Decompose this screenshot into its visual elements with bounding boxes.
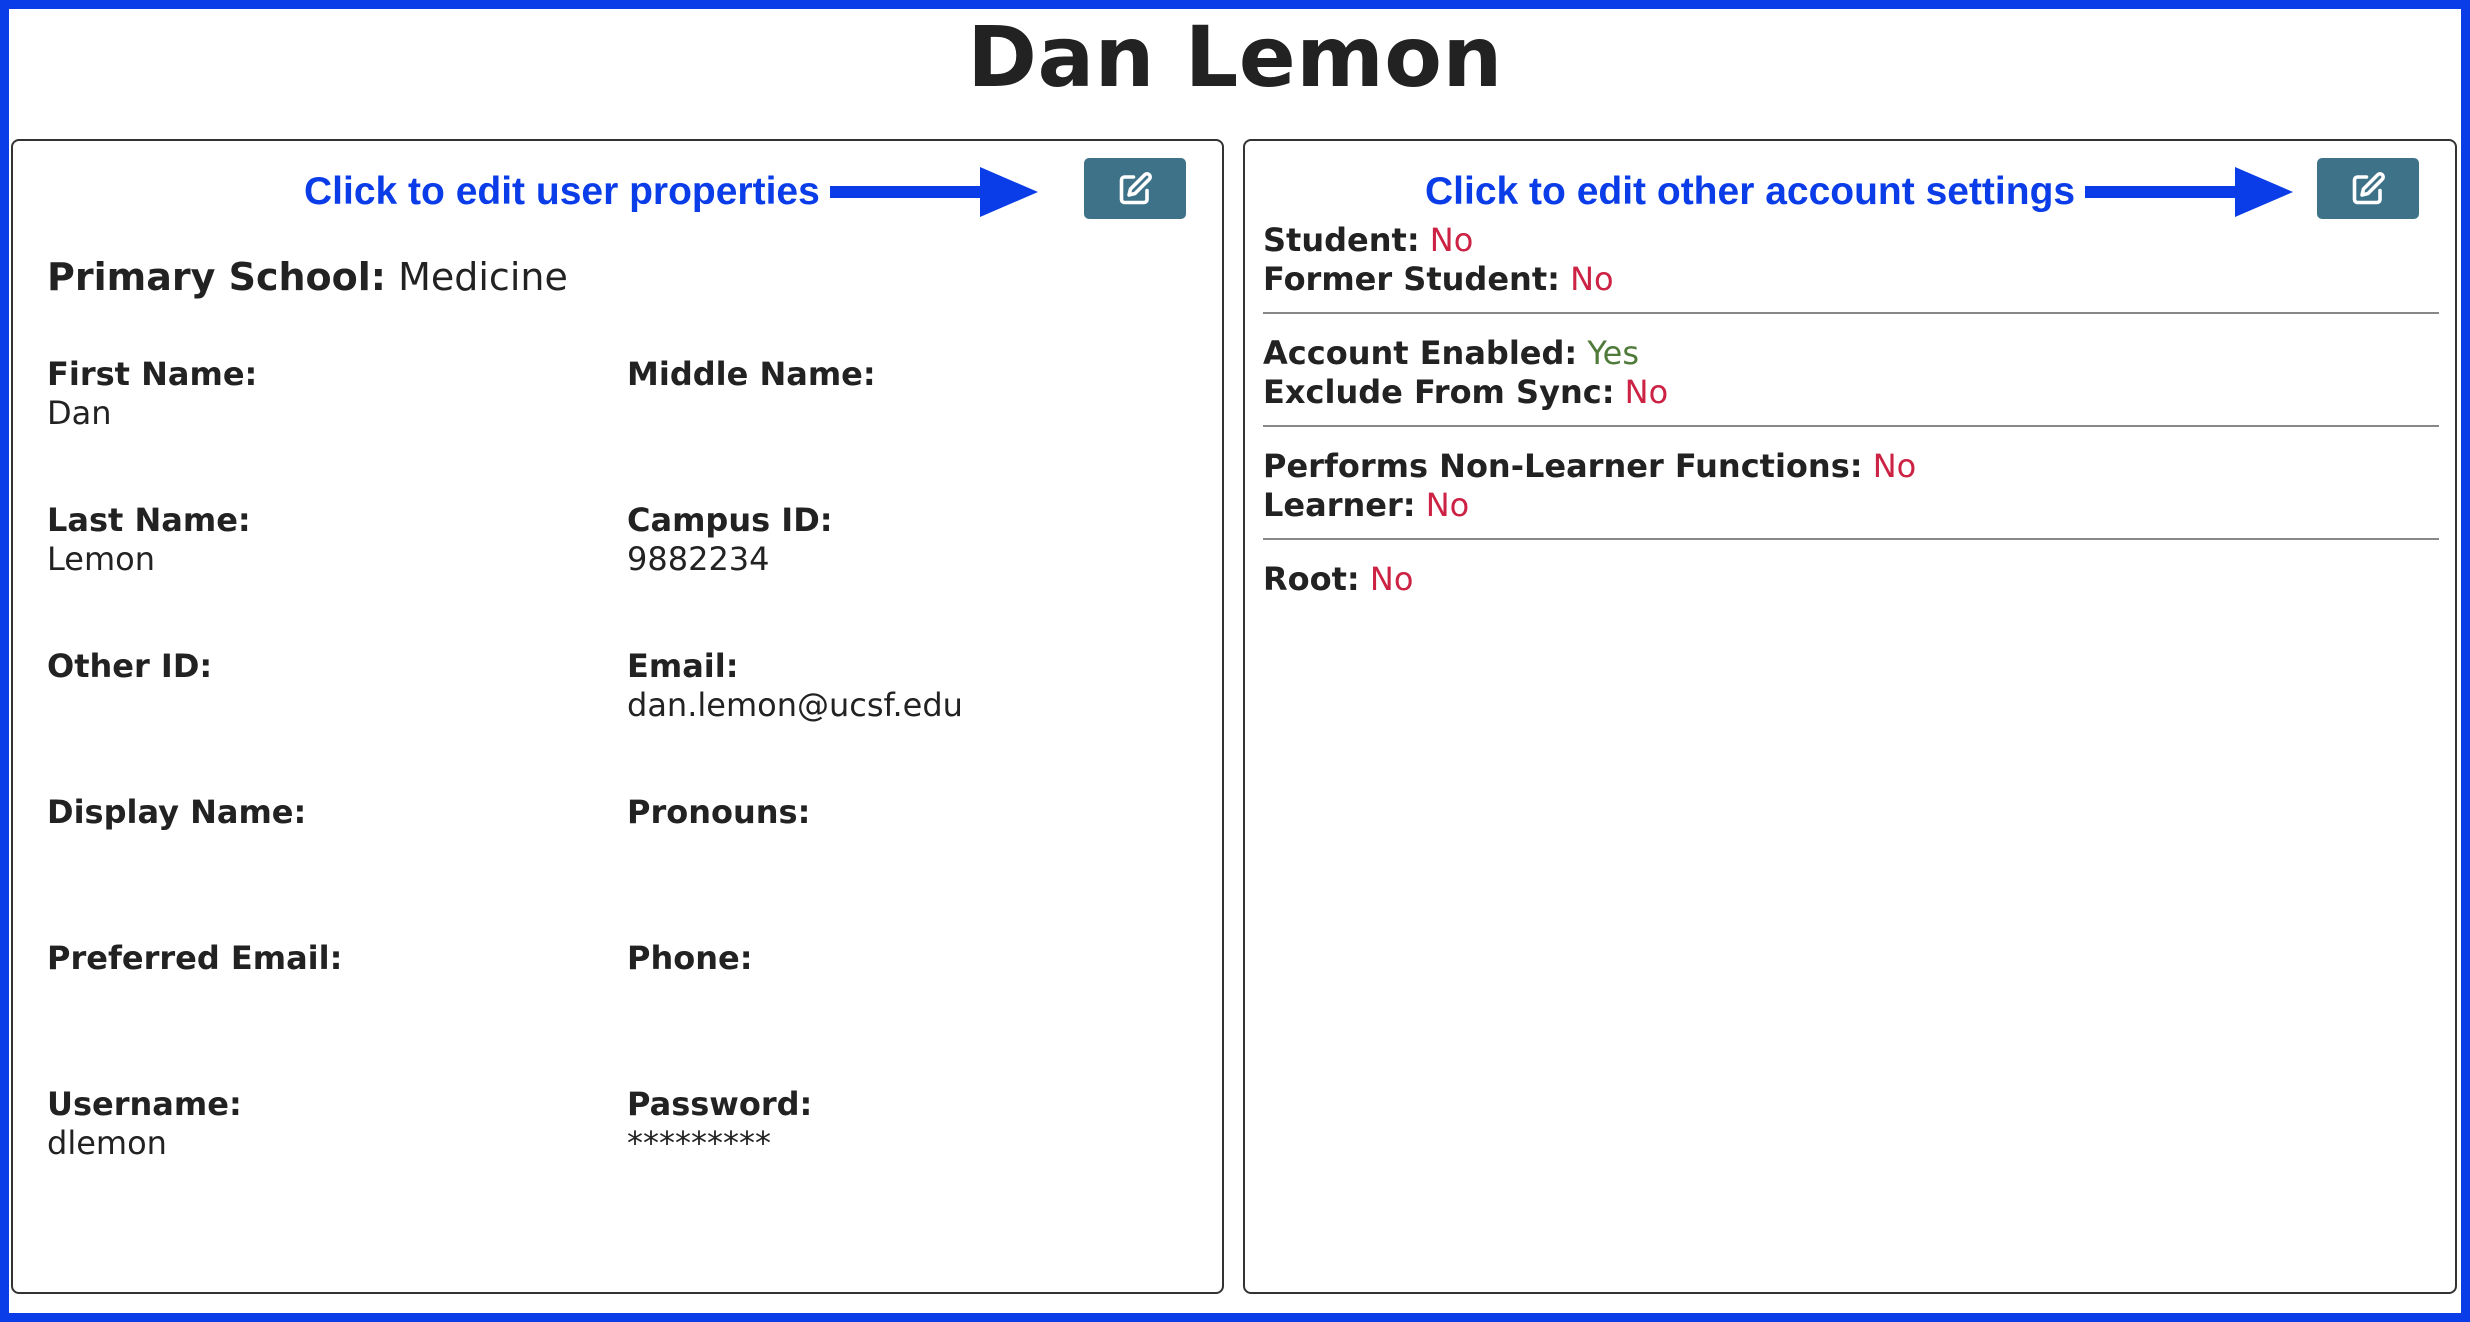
field-value xyxy=(627,832,1167,871)
field-label: Email: xyxy=(627,647,739,685)
edit-account-settings-callout: Click to edit other account settings xyxy=(1425,167,2294,217)
settings-list: Student: No Former Student: No Account E… xyxy=(1263,221,2439,612)
setting-value: No xyxy=(1425,486,1470,524)
edit-user-properties-button[interactable] xyxy=(1084,158,1186,219)
field-preferred-email: Preferred Email: xyxy=(47,939,587,1017)
account-settings-panel: Click to edit other account settings Stu… xyxy=(1243,139,2457,1294)
arrow-right-icon xyxy=(829,167,1038,217)
field-last-name: Last Name: Lemon xyxy=(47,501,587,579)
field-label: Pronouns: xyxy=(627,793,811,831)
field-campus-id: Campus ID: 9882234 xyxy=(627,501,1167,579)
callout-text: Click to edit user properties xyxy=(304,170,820,213)
field-other-id: Other ID: xyxy=(47,647,587,725)
field-middle-name: Middle Name: xyxy=(627,355,1167,433)
setting-learner: Learner: No xyxy=(1263,486,2439,525)
field-value xyxy=(47,978,587,1017)
field-value: dlemon xyxy=(47,1124,167,1162)
setting-value: No xyxy=(1624,373,1669,411)
setting-label: Exclude From Sync: xyxy=(1263,373,1615,411)
page-title: Dan Lemon xyxy=(967,8,1503,106)
setting-account-enabled: Account Enabled: Yes xyxy=(1263,334,2439,373)
setting-performs-non-learner-functions: Performs Non-Learner Functions: No xyxy=(1263,447,2439,486)
primary-school-label: Primary School: xyxy=(47,255,386,299)
arrow-right-icon xyxy=(2085,167,2294,217)
setting-student: Student: No xyxy=(1263,221,2439,260)
primary-school: Primary School: Medicine xyxy=(47,255,568,299)
student-settings-group: Student: No Former Student: No xyxy=(1263,221,2439,312)
primary-school-value: Medicine xyxy=(398,255,568,299)
field-phone: Phone: xyxy=(627,939,1167,1017)
setting-label: Former Student: xyxy=(1263,260,1560,298)
edit-user-properties-callout: Click to edit user properties xyxy=(304,167,1038,217)
learner-settings-group: Performs Non-Learner Functions: No Learn… xyxy=(1263,425,2439,538)
setting-label: Learner: xyxy=(1263,486,1416,524)
edit-account-settings-button[interactable] xyxy=(2317,158,2419,219)
field-display-name: Display Name: xyxy=(47,793,587,871)
field-label: Display Name: xyxy=(47,793,307,831)
field-value xyxy=(47,832,587,871)
field-password: Password: ********* xyxy=(627,1085,1167,1163)
edit-icon xyxy=(2352,171,2385,204)
root-settings-group: Root: No xyxy=(1263,538,2439,612)
field-label: Username: xyxy=(47,1085,242,1123)
field-label: Middle Name: xyxy=(627,355,876,393)
setting-label: Performs Non-Learner Functions: xyxy=(1263,447,1863,485)
field-label: Phone: xyxy=(627,939,753,977)
field-label: First Name: xyxy=(47,355,258,393)
setting-value: No xyxy=(1570,260,1614,298)
edit-icon xyxy=(1119,171,1152,204)
setting-value: No xyxy=(1872,447,1917,485)
setting-former-student: Former Student: No xyxy=(1263,260,2439,299)
field-value: 9882234 xyxy=(627,540,770,578)
user-properties-panel: Click to edit user properties Primary Sc… xyxy=(11,139,1224,1294)
field-email: Email: dan.lemon@ucsf.edu xyxy=(627,647,1167,725)
field-username: Username: dlemon xyxy=(47,1085,587,1163)
setting-label: Account Enabled: xyxy=(1263,334,1578,372)
field-label: Password: xyxy=(627,1085,813,1123)
setting-label: Student: xyxy=(1263,221,1420,259)
setting-root: Root: No xyxy=(1263,560,2439,599)
field-label: Preferred Email: xyxy=(47,939,343,977)
setting-value: No xyxy=(1369,560,1414,598)
field-label: Campus ID: xyxy=(627,501,833,539)
setting-value: Yes xyxy=(1587,334,1640,372)
field-value: dan.lemon@ucsf.edu xyxy=(627,686,963,724)
setting-label: Root: xyxy=(1263,560,1360,598)
field-pronouns: Pronouns: xyxy=(627,793,1167,871)
account-settings-group: Account Enabled: Yes Exclude From Sync: … xyxy=(1263,312,2439,425)
field-value xyxy=(627,394,1167,433)
setting-value: No xyxy=(1429,221,1474,259)
field-label: Other ID: xyxy=(47,647,213,685)
field-value: Dan xyxy=(47,394,112,432)
field-label: Last Name: xyxy=(47,501,251,539)
field-first-name: First Name: Dan xyxy=(47,355,587,433)
field-value: Lemon xyxy=(47,540,155,578)
field-value xyxy=(47,686,587,725)
setting-exclude-from-sync: Exclude From Sync: No xyxy=(1263,373,2439,412)
field-value xyxy=(627,978,1167,1017)
callout-text: Click to edit other account settings xyxy=(1425,170,2076,213)
field-value: ********* xyxy=(627,1124,771,1162)
